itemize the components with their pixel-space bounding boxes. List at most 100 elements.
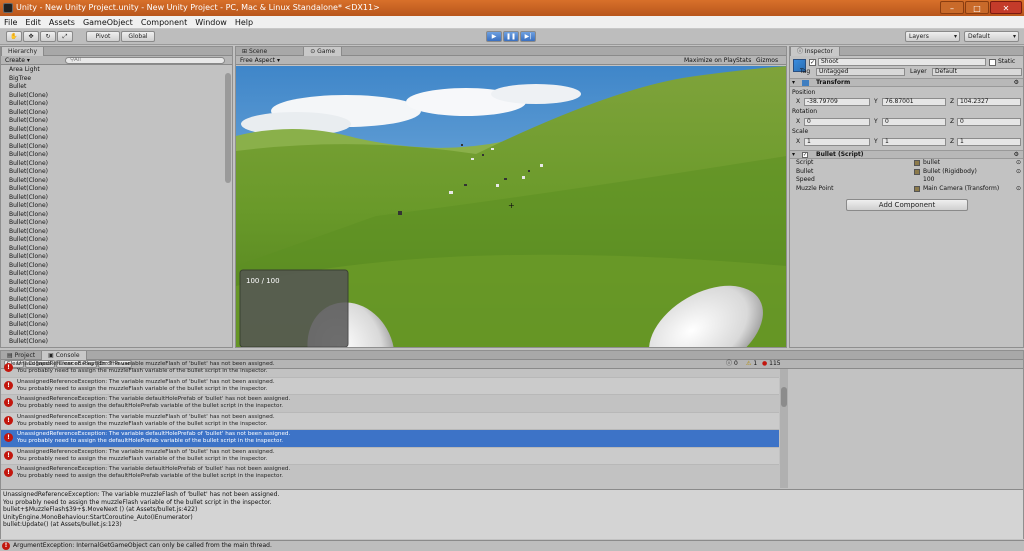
pivot-toggle[interactable]: Pivot (86, 31, 120, 42)
position-z-field[interactable]: 104.2327 (957, 98, 1021, 106)
hierarchy-item[interactable]: Bullet(Clone) (1, 109, 232, 118)
hierarchy-item[interactable]: Bullet(Clone) (1, 134, 232, 143)
hierarchy-item[interactable]: Bullet(Clone) (1, 92, 232, 101)
position-x-field[interactable]: -38.79709 (804, 98, 870, 106)
hierarchy-item[interactable]: Bullet(Clone) (1, 194, 232, 203)
move-tool-icon[interactable]: ✥ (23, 31, 39, 42)
scrollbar-thumb[interactable] (781, 387, 787, 407)
step-button[interactable]: ▶| (520, 31, 536, 42)
status-bar[interactable]: ! ArgumentException: InternalGetGameObje… (0, 540, 1024, 551)
maximize-on-play-toggle[interactable]: Maximize on Play (684, 57, 736, 64)
hierarchy-item[interactable]: Bullet(Clone) (1, 228, 232, 237)
console-log-row[interactable]: ! UnassignedReferenceException: The varia… (1, 430, 779, 448)
minimize-button[interactable]: – (940, 1, 964, 14)
add-component-button[interactable]: Add Component (846, 199, 968, 211)
console-log-row[interactable]: ! UnassignedReferenceException: The varia… (1, 377, 779, 395)
object-picker-icon[interactable]: ⊙ (1016, 168, 1021, 177)
hierarchy-item[interactable]: BigTree (1, 75, 232, 84)
hierarchy-item[interactable]: Bullet(Clone) (1, 253, 232, 262)
hierarchy-item[interactable]: Bullet(Clone) (1, 279, 232, 288)
tab-project[interactable]: ▤ Project (1, 351, 41, 360)
property-value[interactable]: Bullet (Rigidbody) (923, 168, 977, 177)
rotation-y-field[interactable]: 0 (882, 118, 946, 126)
script-enabled-checkbox[interactable]: ✓ (802, 152, 808, 158)
global-toggle[interactable]: Global (121, 31, 155, 42)
console-log-row[interactable]: ! UnassignedReferenceException: The varia… (1, 395, 779, 413)
play-button[interactable]: ▶ (486, 31, 502, 42)
hierarchy-item[interactable]: Bullet(Clone) (1, 245, 232, 254)
hierarchy-item[interactable]: Bullet(Clone) (1, 168, 232, 177)
hierarchy-item[interactable]: Bullet(Clone) (1, 117, 232, 126)
hierarchy-item[interactable]: Bullet(Clone) (1, 160, 232, 169)
hierarchy-item[interactable]: Bullet(Clone) (1, 338, 232, 347)
hand-tool-icon[interactable]: ✋ (6, 31, 22, 42)
console-log-row[interactable]: ! UnassignedReferenceException: The varia… (1, 412, 779, 430)
hierarchy-item[interactable]: Bullet(Clone) (1, 262, 232, 271)
hierarchy-item[interactable]: Bullet(Clone) (1, 296, 232, 305)
hierarchy-item[interactable]: Bullet(Clone) (1, 126, 232, 135)
tab-hierarchy[interactable]: Hierarchy (1, 47, 45, 56)
hierarchy-item[interactable]: Bullet(Clone) (1, 330, 232, 339)
menu-gameobject[interactable]: GameObject (79, 16, 137, 29)
tab-scene[interactable]: ⊞ Scene (236, 47, 273, 56)
transform-header[interactable]: ▾ Transform ⚙ (790, 78, 1023, 87)
menu-assets[interactable]: Assets (45, 16, 79, 29)
hierarchy-item[interactable]: Bullet(Clone) (1, 202, 232, 211)
hierarchy-item[interactable]: Bullet(Clone) (1, 100, 232, 109)
hierarchy-item[interactable]: Bullet(Clone) (1, 313, 232, 322)
gizmos-dropdown[interactable]: Gizmos (756, 57, 778, 64)
layout-dropdown[interactable]: Default ▾ (964, 31, 1019, 42)
layer-dropdown[interactable]: Default (932, 68, 1022, 76)
console-log-row[interactable]: ! UnassignedReferenceException: The varia… (1, 465, 779, 479)
menu-help[interactable]: Help (231, 16, 257, 29)
property-value[interactable]: 100 (923, 176, 934, 185)
layers-dropdown[interactable]: Layers ▾ (905, 31, 960, 42)
menu-component[interactable]: Component (137, 16, 191, 29)
hierarchy-item[interactable]: Bullet(Clone) (1, 219, 232, 228)
tab-game[interactable]: ⊙ Game (303, 47, 343, 56)
hierarchy-item[interactable]: Bullet(Clone) (1, 270, 232, 279)
stats-toggle[interactable]: Stats (736, 57, 751, 64)
rotation-x-field[interactable]: 0 (804, 118, 870, 126)
property-value[interactable]: bullet (923, 159, 940, 168)
scale-y-field[interactable]: 1 (882, 138, 946, 146)
object-name-field[interactable]: Shoot (818, 58, 986, 66)
create-dropdown[interactable]: Create ▾ (5, 57, 30, 64)
scale-x-field[interactable]: 1 (804, 138, 870, 146)
tab-inspector[interactable]: ⓘ Inspector (790, 47, 840, 56)
hierarchy-item[interactable]: Bullet(Clone) (1, 151, 232, 160)
gear-icon[interactable]: ⚙ (1014, 79, 1019, 88)
menu-window[interactable]: Window (191, 16, 231, 29)
hierarchy-search-input[interactable]: ⚲All (65, 57, 225, 64)
scale-tool-icon[interactable]: ⤢ (57, 31, 73, 42)
console-scrollbar[interactable] (780, 369, 788, 488)
game-viewport[interactable]: + 100 / 100 (236, 66, 786, 347)
rotation-z-field[interactable]: 0 (957, 118, 1021, 126)
scale-z-field[interactable]: 1 (957, 138, 1021, 146)
console-log-row[interactable]: ! UnassignedReferenceException: The varia… (1, 360, 779, 378)
tag-dropdown[interactable]: Untagged (816, 68, 905, 76)
hierarchy-item[interactable]: Bullet(Clone) (1, 304, 232, 313)
hierarchy-item[interactable]: Bullet(Clone) (1, 321, 232, 330)
object-picker-icon[interactable]: ⊙ (1016, 185, 1021, 194)
property-value[interactable]: Main Camera (Transform) (923, 185, 999, 194)
static-checkbox[interactable] (989, 59, 996, 66)
active-checkbox[interactable]: ✓ (809, 59, 816, 66)
aspect-dropdown[interactable]: Free Aspect ▾ (240, 57, 280, 64)
menu-file[interactable]: File (0, 16, 21, 29)
hierarchy-item[interactable]: Bullet(Clone) (1, 236, 232, 245)
position-y-field[interactable]: 76.87001 (882, 98, 946, 106)
maximize-button[interactable]: □ (965, 1, 989, 14)
pause-button[interactable]: ❚❚ (503, 31, 519, 42)
menu-edit[interactable]: Edit (21, 16, 45, 29)
hierarchy-item[interactable]: Bullet(Clone) (1, 143, 232, 152)
hierarchy-item[interactable]: Area Light (1, 66, 232, 75)
console-log-row[interactable]: ! UnassignedReferenceException: The varia… (1, 447, 779, 465)
hierarchy-scrollbar[interactable] (225, 73, 231, 183)
tab-console[interactable]: ▣ Console (41, 351, 87, 360)
hierarchy-item[interactable]: Bullet(Clone) (1, 185, 232, 194)
object-picker-icon[interactable]: ⊙ (1016, 159, 1021, 168)
bullet-script-header[interactable]: ▾ ✓ Bullet (Script) ⚙ (790, 150, 1023, 159)
hierarchy-item[interactable]: Bullet (1, 83, 232, 92)
hierarchy-item[interactable]: Bullet(Clone) (1, 287, 232, 296)
